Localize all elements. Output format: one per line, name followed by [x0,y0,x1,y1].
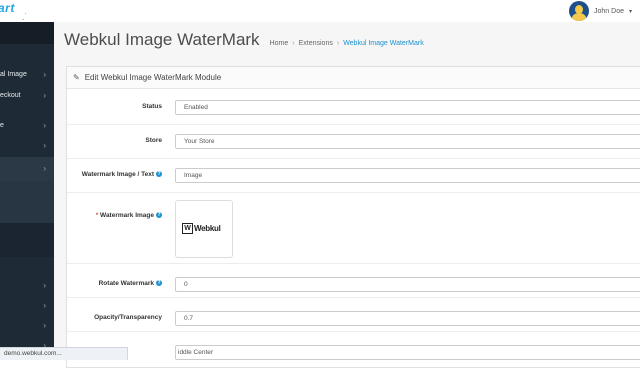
store-select[interactable]: Your Store [175,134,640,149]
main-content: Webkul Image WaterMark Home › Extensions… [54,22,640,368]
help-icon[interactable]: ? [156,280,162,287]
breadcrumb: Home › Extensions › Webkul Image WaterMa… [270,40,424,47]
chevron-down-icon: ▾ [628,8,632,15]
webkul-logo-text: Webkul [194,224,221,233]
chevron-right-icon: › [43,121,46,130]
chevron-right-icon: › [43,321,46,330]
chevron-right-icon: › [43,70,46,79]
sidebar-submenu [0,181,54,223]
position-select[interactable]: iddle Center [175,345,640,360]
sidebar-item-label: e [0,122,4,129]
top-header: art .˙ John Doe ▾ [0,0,640,23]
sidebar-item-e[interactable]: e › [0,117,54,137]
form-row-status: Status Enabled [67,90,640,125]
pencil-icon: ✎ [73,73,80,82]
rotate-input[interactable]: 0 [175,277,640,292]
status-select[interactable]: Enabled [175,100,640,115]
chevron-right-icon: › [43,281,46,290]
opacity-input[interactable]: 0.7 [175,311,640,326]
status-label: Status [142,103,162,110]
chevron-right-icon: › [43,141,46,150]
form-row-watermark-type: Watermark Image / Text? Image [67,158,640,193]
user-menu[interactable]: John Doe ▾ [569,0,632,22]
panel-title: Edit Webkul Image WaterMark Module [84,73,222,82]
chevron-right-icon: › [43,301,46,310]
form-row-position: iddle Center [67,331,640,367]
sidebar-divider [0,223,54,257]
sidebar-item-active[interactable]: › [0,160,54,180]
cart-icon: .˙ [22,12,28,22]
page-header: Webkul Image WaterMark Home › Extensions… [64,30,424,56]
sidebar-item-checkout[interactable]: eckout › [0,87,54,107]
sidebar-item-label: eckout [0,92,21,99]
panel-heading: ✎ Edit Webkul Image WaterMark Module [67,67,640,89]
required-mark: * [95,212,99,219]
help-icon[interactable]: ? [156,212,162,219]
help-icon[interactable]: ? [156,171,162,178]
opencart-logo[interactable]: art .˙ [0,0,54,22]
breadcrumb-current[interactable]: Webkul Image WaterMark [343,40,424,47]
store-label: Store [145,137,162,144]
edit-module-panel: ✎ Edit Webkul Image WaterMark Module Sta… [66,66,640,368]
watermark-type-label-text: Watermark Image / Text [81,171,154,178]
form-row-watermark-image: * Watermark Image? W Webkul [67,192,640,264]
sidebar-item-label: al Image [0,71,27,78]
chevron-right-icon: › [43,164,46,173]
watermark-image-label-text: Watermark Image [100,212,154,219]
sidebar-top [0,22,54,44]
rotate-label: Rotate Watermark? [99,280,162,287]
page-title: Webkul Image WaterMark [64,30,260,49]
sidebar-item-7[interactable]: › [0,297,54,317]
sidebar-item-8[interactable]: › [0,317,54,337]
breadcrumb-separator: › [336,40,340,47]
browser-status-url: demo.webkul.com... [0,347,128,360]
sidebar-item-4[interactable]: › [0,137,54,157]
sidebar-item-6[interactable]: › [0,277,54,297]
watermark-type-label: Watermark Image / Text? [82,171,162,178]
breadcrumb-extensions[interactable]: Extensions [299,40,333,47]
sidebar: al Image › eckout › e › › › › › › › [0,22,54,360]
form-row-store: Store Your Store [67,124,640,159]
watermark-image-label: * Watermark Image? [96,212,162,219]
logo-text: art [0,1,15,15]
watermark-image-thumbnail[interactable]: W Webkul [175,200,233,258]
webkul-logo-mark: W [182,223,193,234]
chevron-right-icon: › [43,91,46,100]
form-row-opacity: Opacity/Transparency 0.7 [67,297,640,332]
rotate-label-text: Rotate Watermark [98,280,154,287]
sidebar-item-image[interactable]: al Image › [0,66,54,86]
form-row-rotate: Rotate Watermark? 0 [67,263,640,298]
breadcrumb-home[interactable]: Home [270,40,289,47]
opacity-label: Opacity/Transparency [94,314,162,321]
breadcrumb-separator: › [292,40,295,47]
webkul-logo: W Webkul [182,223,221,234]
avatar [569,1,590,21]
user-name: John Doe [594,7,624,15]
watermark-type-select[interactable]: Image [175,168,640,183]
